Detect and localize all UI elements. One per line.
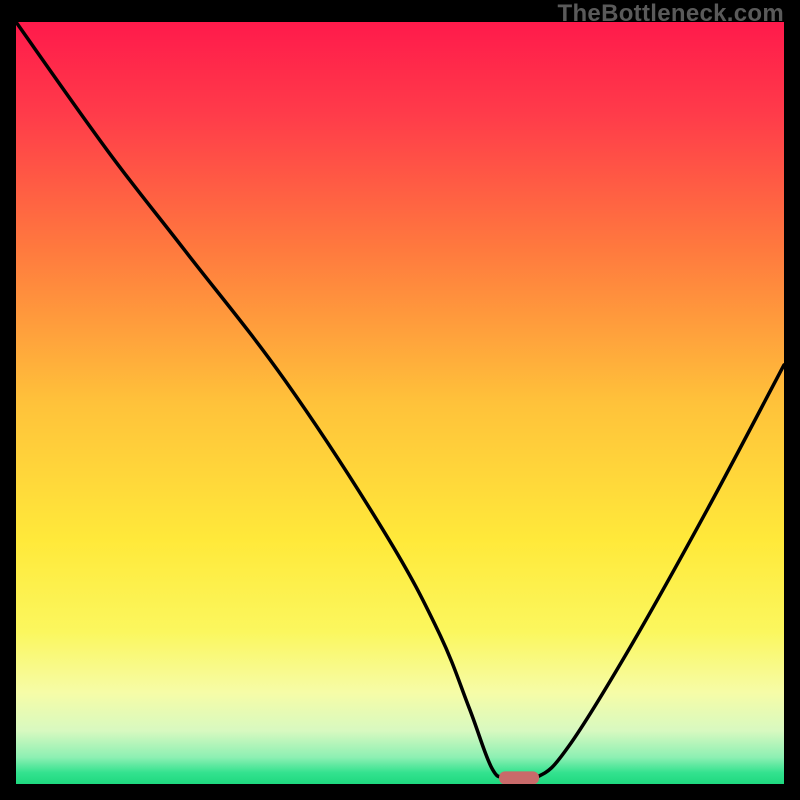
optimal-marker (499, 771, 539, 784)
watermark-text: TheBottleneck.com (558, 0, 784, 28)
plot-area (16, 22, 784, 784)
gradient-background (16, 22, 784, 784)
bottleneck-chart (16, 22, 784, 784)
chart-frame: TheBottleneck.com (0, 0, 800, 800)
